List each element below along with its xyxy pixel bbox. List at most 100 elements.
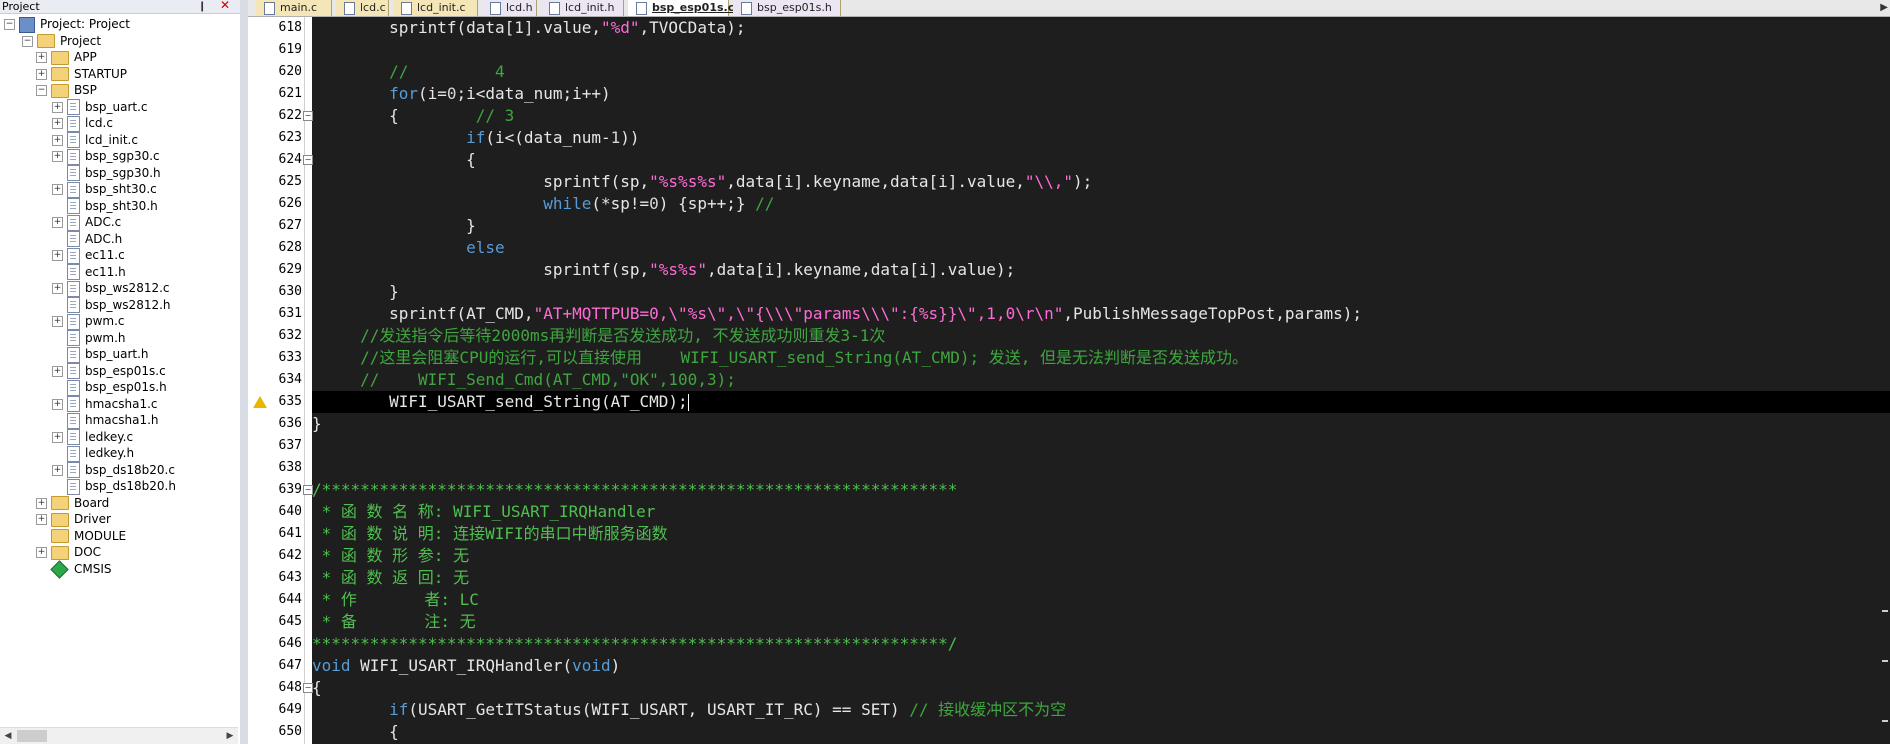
scroll-left-icon[interactable]: ◀ — [0, 728, 16, 744]
expand-icon[interactable]: + — [52, 184, 63, 195]
code-line[interactable]: * 函 数 返 回: 无 — [312, 567, 469, 589]
expand-icon[interactable]: + — [52, 464, 63, 476]
expand-icon[interactable]: + — [52, 250, 63, 261]
code-line[interactable]: * 函 数 说 明: 连接WIFI的串口中断服务函数 — [312, 523, 668, 545]
code-line[interactable]: else — [312, 237, 505, 259]
scroll-right-icon[interactable]: ▶ — [222, 728, 238, 744]
line-number: 625 — [278, 174, 302, 189]
expand-icon[interactable]: + — [36, 547, 47, 558]
line-number: 627 — [278, 218, 302, 233]
close-icon[interactable]: ✕ — [220, 0, 230, 12]
code-line[interactable]: for(i=0;i<data_num;i++) — [312, 83, 611, 105]
code-line[interactable]: } — [312, 215, 476, 237]
line-number: 649 — [278, 702, 302, 717]
code-text-area[interactable]: sprintf(data[1].value,"%d",TVOCData); //… — [312, 17, 1890, 744]
warning-icon[interactable] — [253, 396, 267, 408]
tree-item-label: bsp_esp01s.c — [85, 363, 166, 378]
line-number: 619 — [278, 42, 302, 57]
code-line[interactable]: sprintf(data[1].value,"%d",TVOCData); — [312, 17, 745, 39]
code-line[interactable]: { — [312, 677, 322, 699]
code-line[interactable]: sprintf(sp,"%s%s%s",data[i].keyname,data… — [312, 171, 1092, 193]
expand-icon[interactable]: + — [36, 52, 47, 63]
expand-icon[interactable]: + — [52, 151, 63, 162]
tree-item-label: ec11.c — [85, 248, 125, 262]
expand-icon[interactable]: + — [36, 514, 47, 525]
pin-icon[interactable]: ❙ — [198, 0, 206, 13]
code-line[interactable]: * 函 数 名 称: WIFI_USART_IRQHandler — [312, 501, 656, 523]
code-token: * 函 数 名 称: WIFI_USART_IRQHandler — [312, 502, 656, 521]
code-token: // 接收缓冲区不为空 — [909, 700, 1067, 719]
code-line[interactable]: { — [312, 721, 399, 743]
expand-icon[interactable]: + — [52, 431, 63, 443]
expand-icon[interactable]: + — [52, 316, 63, 327]
code-token: void — [312, 656, 351, 675]
code-line[interactable]: void WIFI_USART_IRQHandler(void) — [312, 655, 620, 677]
file-tab[interactable]: lcd.c — [336, 0, 389, 16]
code-line[interactable]: } — [312, 413, 322, 435]
code-line[interactable]: { // 3 — [312, 105, 514, 127]
code-line[interactable]: if(i<(data_num-1)) — [312, 127, 639, 149]
collapse-icon[interactable]: − — [4, 19, 15, 30]
code-line[interactable]: //这里会阻塞CPU的运行,可以直接使用 WIFI_USART_send_Str… — [312, 347, 1248, 369]
code-token: /***************************************… — [312, 480, 958, 499]
collapse-icon[interactable]: − — [36, 85, 47, 96]
expand-icon[interactable]: + — [36, 68, 47, 80]
tree-item-label: DOC — [74, 545, 102, 559]
file-icon — [401, 2, 412, 15]
expand-icon[interactable]: + — [36, 497, 47, 509]
file-tab-label: main.c — [280, 1, 318, 14]
file-tab[interactable]: bsp_esp01s.h — [733, 0, 841, 16]
code-line[interactable]: WIFI_USART_send_String(AT_CMD); — [312, 391, 1890, 413]
code-line[interactable]: * 作 者: LC — [312, 589, 479, 611]
file-tab[interactable]: main.c — [256, 0, 332, 16]
file-tab[interactable]: lcd_init.c — [393, 0, 478, 16]
code-token: * 函 数 返 回: 无 — [312, 568, 470, 587]
expand-icon[interactable]: + — [52, 134, 63, 146]
code-line[interactable]: /***************************************… — [312, 479, 957, 501]
file-tab[interactable]: bsp_esp01s.c — [628, 0, 734, 16]
code-line[interactable]: // WIFI_Send_Cmd(AT_CMD,"OK",100,3); — [312, 369, 736, 391]
collapse-icon[interactable]: − — [22, 35, 33, 47]
code-line[interactable]: { — [312, 149, 476, 171]
code-line[interactable]: sprintf(sp,"%s%s",data[i].keyname,data[i… — [312, 259, 1015, 281]
code-line[interactable]: if(USART_GetITStatus(WIFI_USART, USART_I… — [312, 699, 1066, 721]
code-line[interactable]: //发送指令后等待2000ms再判断是否发送成功, 不发送成功则重发3-1次 — [312, 325, 885, 347]
code-token: ,TVOCData); — [639, 18, 746, 37]
expand-icon[interactable]: + — [52, 365, 63, 377]
expand-icon[interactable]: + — [52, 398, 63, 410]
file-tab-label: bsp_esp01s.c — [652, 1, 735, 14]
code-line[interactable]: * 函 数 形 参: 无 — [312, 545, 469, 567]
code-line[interactable]: * 备 注: 无 — [312, 611, 476, 633]
ruler-mark — [1882, 720, 1888, 722]
panel-splitter[interactable] — [240, 0, 248, 744]
file-tab[interactable]: lcd_init.h — [541, 0, 624, 16]
scroll-thumb[interactable] — [17, 730, 47, 742]
code-token: { — [312, 722, 399, 741]
expand-icon[interactable]: + — [52, 118, 63, 129]
code-line[interactable]: // 4 — [312, 61, 505, 83]
code-line[interactable]: while(*sp!=0) {sp++;} // — [312, 193, 774, 215]
tab-scroll-right-icon[interactable]: ▶ — [1880, 0, 1888, 16]
expand-icon[interactable]: + — [52, 101, 63, 113]
ruler-mark — [1882, 610, 1888, 612]
tree-item-label: pwm.h — [85, 330, 126, 345]
file-tab[interactable]: lcd.h — [482, 0, 537, 16]
code-token: 0 — [649, 194, 659, 213]
expand-icon[interactable]: + — [52, 217, 63, 228]
line-number: 626 — [278, 196, 302, 211]
code-line[interactable]: } — [312, 281, 399, 303]
code-token: WIFI_USART_send_String(AT_CMD); — [312, 392, 688, 411]
code-token: "\\," — [1024, 172, 1074, 191]
code-token: ,data[i].keyname,data[i].value); — [706, 260, 1016, 279]
expand-icon[interactable]: + — [52, 283, 63, 294]
code-line[interactable]: sprintf(AT_CMD,"AT+MQTTPUB=0,\"%s\",\"{\… — [312, 303, 1362, 325]
code-token: (i<(data_num- — [485, 128, 611, 147]
tree-item[interactable]: CMSIS — [36, 559, 112, 579]
folder-icon — [51, 512, 69, 527]
line-number: 628 — [278, 240, 302, 255]
code-editor[interactable]: ▶ main.c lcd.c lcd_init.c lcd.h lcd_init.h bs… — [248, 0, 1890, 744]
horizontal-scrollbar[interactable]: ◀ ▶ — [0, 727, 238, 744]
code-token: * 作 者: LC — [312, 590, 479, 609]
project-panel: Project ❙ ✕ − Project: Project − Project + AP… — [0, 0, 240, 744]
code-line[interactable]: ****************************************… — [312, 633, 957, 655]
